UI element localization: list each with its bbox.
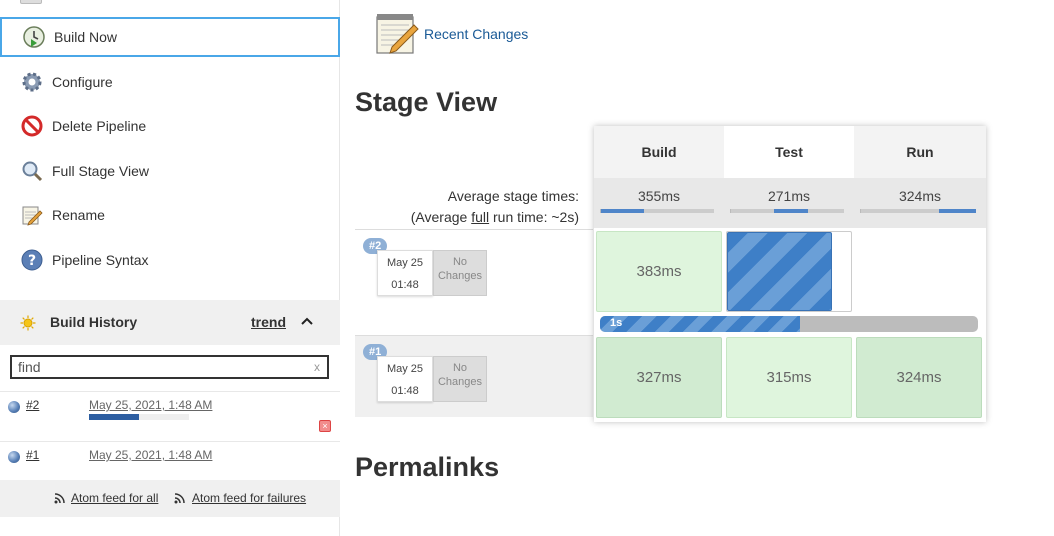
build-history-title: Build History xyxy=(50,314,138,330)
task-configure[interactable]: Configure xyxy=(0,62,340,102)
sun-icon xyxy=(20,315,36,331)
build-number-link[interactable]: #1 xyxy=(26,448,39,462)
build-row: #2 May 25, 2021, 1:48 AM × xyxy=(0,391,340,441)
build-progress-bar xyxy=(89,414,189,420)
task-label: Full Stage View xyxy=(52,163,150,179)
average-full-run-time: (Average full run time: ~2s) xyxy=(355,209,579,225)
sidebar: Build Now Configure Delete Pipeline Full… xyxy=(0,0,340,536)
build-history-header: Build History trend xyxy=(0,300,340,345)
atom-feed-all-link[interactable]: Atom feed for all xyxy=(71,491,158,505)
stage-header-build: Build xyxy=(594,126,724,178)
stage-avg-bar-fill xyxy=(939,209,976,213)
run-time: 01:48 xyxy=(391,385,419,397)
stage-avg-bar-fill xyxy=(601,209,644,213)
status-ball-icon xyxy=(8,401,20,413)
trend-link[interactable]: trend xyxy=(251,314,286,330)
run-progress-fill xyxy=(600,316,801,332)
stop-build-icon[interactable]: × xyxy=(319,420,331,432)
status-ball-icon xyxy=(8,451,20,463)
stage-avg-test: 271ms xyxy=(724,178,854,228)
stage-header-run: Run xyxy=(854,126,986,178)
stage-cell-build[interactable]: 383ms xyxy=(596,231,722,312)
rss-icon xyxy=(174,493,185,504)
help-icon: ? xyxy=(21,249,43,271)
build-search: x xyxy=(0,345,340,391)
full-run-link[interactable]: full xyxy=(471,209,489,225)
task-label: Build Now xyxy=(54,29,118,45)
rss-icon xyxy=(54,493,65,504)
stage-avg-bar-fill xyxy=(773,209,808,213)
stage-cell-build[interactable]: 327ms xyxy=(596,337,722,418)
stage-avg-build: 355ms xyxy=(594,178,724,228)
run-time: 01:48 xyxy=(391,279,419,291)
stage-header-test: Test xyxy=(724,126,854,178)
notepad-pencil-icon xyxy=(22,206,43,226)
task-rename[interactable]: Rename xyxy=(0,195,340,235)
run-changes: No Changes xyxy=(433,356,487,402)
task-label: Rename xyxy=(52,207,105,223)
task-full-stage-view[interactable]: Full Stage View xyxy=(0,151,340,191)
task-delete-pipeline[interactable]: Delete Pipeline xyxy=(0,106,340,146)
run-date-card: May 25 01:48 xyxy=(377,356,433,402)
avg-full-prefix: (Average xyxy=(410,209,472,225)
task-pipeline-syntax[interactable]: ? Pipeline Syntax xyxy=(0,240,340,280)
stage-view-title: Stage View xyxy=(355,87,498,117)
gear-icon xyxy=(22,72,42,92)
run-row-1: #1 May 25 01:48 No Changes xyxy=(355,335,593,417)
stage-avg-bar xyxy=(860,209,976,213)
run-progress-label: 1s xyxy=(610,317,623,329)
permalinks-title: Permalinks xyxy=(355,452,500,482)
atom-feed-failures-link[interactable]: Atom feed for failures xyxy=(192,491,306,505)
feed-links: Atom feed for all Atom feed for failures xyxy=(0,480,340,517)
avg-full-suffix: run time: ~2s) xyxy=(489,209,579,225)
clock-play-icon xyxy=(23,26,45,48)
build-date-link[interactable]: May 25, 2021, 1:48 AM xyxy=(89,448,212,462)
stage-avg-bar xyxy=(600,209,714,213)
magnifier-icon xyxy=(22,161,43,182)
stage-cell-run[interactable]: 324ms xyxy=(856,337,982,418)
recent-changes-link[interactable]: Recent Changes xyxy=(424,26,528,42)
stage-running-bar xyxy=(727,232,832,311)
stage-avg-time: 324ms xyxy=(898,188,942,204)
stage-avg-bar xyxy=(730,209,844,213)
stage-cell-test[interactable] xyxy=(726,231,852,312)
clear-search-button[interactable]: x xyxy=(314,360,320,374)
task-label: Pipeline Syntax xyxy=(52,252,149,268)
chevron-up-icon[interactable] xyxy=(300,314,314,328)
run-row-2: #2 May 25 01:48 No Changes xyxy=(355,229,593,311)
stage-avg-time: 271ms xyxy=(767,188,811,204)
task-build-now[interactable]: Build Now xyxy=(0,17,340,57)
run-progress-bar: 1s xyxy=(600,316,978,332)
clipped-task-icon[interactable] xyxy=(20,0,42,4)
run-date: May 25 xyxy=(386,257,424,269)
build-number-link[interactable]: #2 xyxy=(26,398,39,412)
notepad-pencil-icon[interactable] xyxy=(374,11,420,55)
run-date-card: May 25 01:48 xyxy=(377,250,433,296)
stage-avg-time: 355ms xyxy=(637,188,681,204)
task-label: Configure xyxy=(52,74,113,90)
stage-cell-test[interactable]: 315ms xyxy=(726,337,852,418)
no-entry-icon xyxy=(21,115,43,137)
average-stage-times-label: Average stage times: xyxy=(447,188,579,204)
svg-text:?: ? xyxy=(28,253,36,269)
stage-cell-run xyxy=(856,231,984,312)
build-search-input[interactable] xyxy=(10,355,329,379)
task-label: Delete Pipeline xyxy=(52,118,147,134)
build-progress-fill xyxy=(89,414,139,420)
run-changes: No Changes xyxy=(433,250,487,296)
stage-avg-run: 324ms xyxy=(854,178,986,228)
run-date: May 25 xyxy=(386,363,424,375)
build-row: #1 May 25, 2021, 1:48 AM xyxy=(0,441,340,480)
build-date-link[interactable]: May 25, 2021, 1:48 AM xyxy=(89,398,212,412)
